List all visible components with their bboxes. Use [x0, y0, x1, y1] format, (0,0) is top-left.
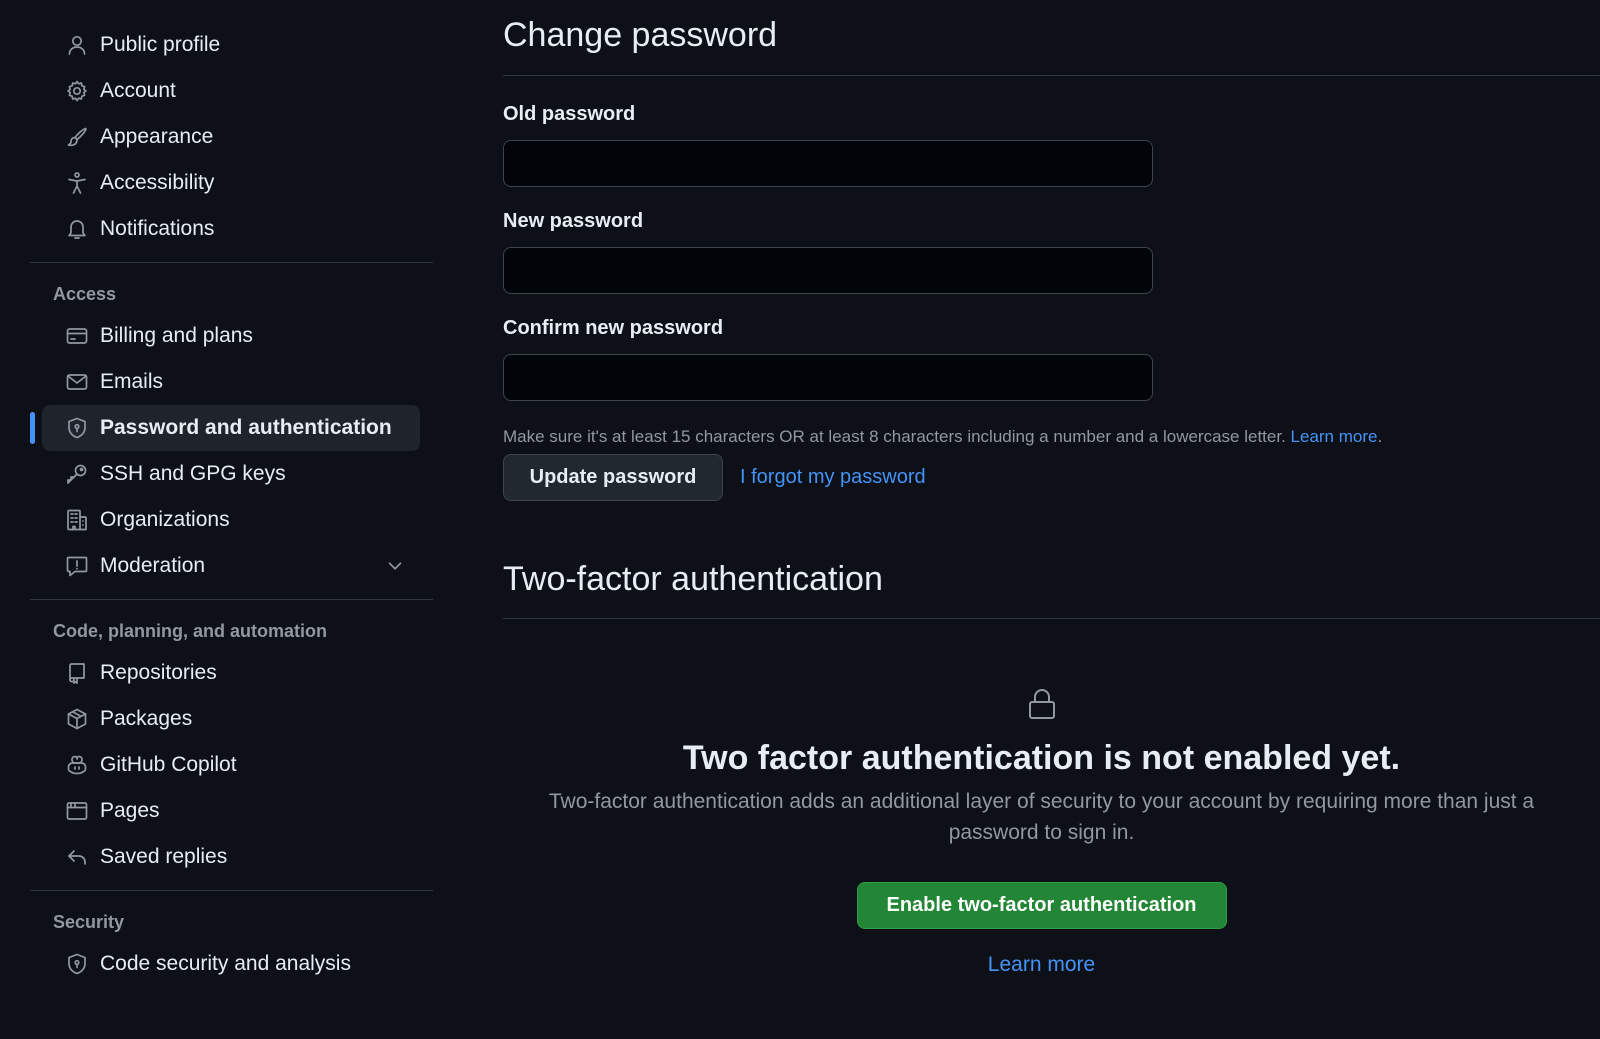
enable-two-factor-button[interactable]: Enable two-factor authentication — [856, 882, 1227, 929]
credit-card-icon — [65, 324, 89, 348]
paintbrush-icon — [65, 125, 89, 149]
mail-icon — [65, 370, 89, 394]
sidebar-item-label: Packages — [100, 707, 193, 730]
sidebar-item-label: Repositories — [100, 661, 217, 684]
sidebar-item-packages[interactable]: Packages — [42, 696, 420, 742]
old-password-group: Old password — [503, 103, 1600, 210]
sidebar-item-organizations[interactable]: Organizations — [42, 497, 420, 543]
new-password-label: New password — [503, 210, 644, 232]
sidebar-heading-security: Security — [53, 912, 125, 932]
two-factor-header: Two-factor authentication — [503, 560, 1600, 619]
sidebar-item-label: Notifications — [100, 217, 215, 240]
password-hint-period: . — [1377, 427, 1383, 446]
confirm-password-label: Confirm new password — [503, 317, 724, 339]
lock-icon — [503, 688, 1580, 722]
sidebar-item-emails[interactable]: Emails — [42, 359, 420, 405]
change-password-header: Change password — [503, 16, 1600, 76]
new-password-input[interactable] — [503, 247, 1153, 294]
shield-lock-icon — [65, 952, 89, 976]
enable-two-factor-wrap: Enable two-factor authentication — [503, 882, 1580, 929]
sidebar-item-label: Account — [100, 79, 176, 102]
update-password-button[interactable]: Update password — [503, 454, 723, 501]
forgot-password-link[interactable]: I forgot my password — [740, 466, 926, 489]
package-icon — [65, 707, 89, 731]
sidebar-item-label: Emails — [100, 370, 164, 393]
password-actions: Update password I forgot my password — [503, 454, 1600, 501]
sidebar-item-password-and-authentication[interactable]: Password and authentication — [30, 405, 420, 451]
confirm-password-group: Confirm new password — [503, 317, 1600, 424]
old-password-label: Old password — [503, 103, 636, 125]
sidebar-heading-access: Access — [53, 284, 117, 304]
sidebar-item-moderation[interactable]: Moderation — [42, 543, 420, 589]
person-icon — [65, 33, 89, 57]
browser-icon — [65, 799, 89, 823]
bell-icon — [65, 217, 89, 241]
organization-icon — [65, 508, 89, 532]
two-factor-learn-more-wrap: Learn more — [503, 953, 1580, 977]
sidebar-divider — [30, 262, 433, 263]
sidebar-heading-code-planning: Code, planning, and automation — [53, 621, 327, 641]
sidebar-item-code-security[interactable]: Code security and analysis — [42, 941, 420, 987]
sidebar-item-label: Organizations — [100, 508, 230, 531]
sidebar-item-label: Appearance — [100, 125, 214, 148]
sidebar-item-label: Public profile — [100, 33, 221, 56]
password-hint: Make sure it's at least 15 characters OR… — [503, 427, 1600, 447]
accessibility-icon — [65, 171, 89, 195]
sidebar-item-label: Password and authentication — [100, 416, 392, 439]
sidebar-item-billing[interactable]: Billing and plans — [42, 313, 420, 359]
sidebar-item-saved-replies[interactable]: Saved replies — [42, 834, 420, 880]
two-factor-title: Two-factor authentication — [503, 560, 883, 598]
sidebar-divider — [30, 599, 433, 600]
two-factor-blankslate: Two factor authentication is not enabled… — [503, 688, 1580, 977]
old-password-input[interactable] — [503, 140, 1153, 187]
confirm-password-input[interactable] — [503, 354, 1153, 401]
shield-lock-icon — [65, 416, 89, 440]
two-factor-blankslate-description: Two-factor authentication adds an additi… — [548, 790, 1535, 844]
new-password-group: New password — [503, 210, 1600, 317]
sidebar-item-label: Billing and plans — [100, 324, 253, 347]
sidebar-item-account[interactable]: Account — [42, 68, 420, 114]
change-password-title: Change password — [503, 16, 778, 54]
sidebar-item-appearance[interactable]: Appearance — [42, 114, 420, 160]
chevron-down-icon[interactable] — [384, 555, 406, 577]
reply-icon — [65, 845, 89, 869]
sidebar-item-label: GitHub Copilot — [100, 753, 237, 776]
two-factor-learn-more-link[interactable]: Learn more — [988, 953, 1095, 976]
sidebar-item-label: Accessibility — [100, 171, 215, 194]
sidebar-item-public-profile[interactable]: Public profile — [42, 22, 420, 68]
sidebar-item-notifications[interactable]: Notifications — [42, 206, 420, 252]
change-password-form: Old password New password Confirm new pa… — [503, 103, 1600, 501]
sidebar-item-label: SSH and GPG keys — [100, 462, 286, 485]
sidebar-item-repositories[interactable]: Repositories — [42, 650, 420, 696]
sidebar-item-label: Pages — [100, 799, 160, 822]
key-icon — [65, 462, 89, 486]
copilot-icon — [65, 753, 89, 777]
password-hint-text: Make sure it's at least 15 characters OR… — [503, 427, 1286, 446]
sidebar-divider — [30, 890, 433, 891]
two-factor-blankslate-title: Two factor authentication is not enabled… — [682, 739, 1401, 777]
sidebar-item-label: Saved replies — [100, 845, 228, 868]
report-icon — [65, 554, 89, 578]
sidebar-item-github-copilot[interactable]: GitHub Copilot — [42, 742, 420, 788]
sidebar-item-accessibility[interactable]: Accessibility — [42, 160, 420, 206]
settings-page: Public profile Account Appearance Access… — [0, 0, 1600, 1039]
sidebar-item-ssh-gpg-keys[interactable]: SSH and GPG keys — [42, 451, 420, 497]
repo-icon — [65, 661, 89, 685]
gear-icon — [65, 79, 89, 103]
password-hint-learn-more-link[interactable]: Learn more — [1291, 427, 1378, 446]
sidebar-item-label: Moderation — [100, 554, 206, 577]
settings-sidebar: Public profile Account Appearance Access… — [30, 22, 433, 987]
sidebar-item-label: Code security and analysis — [100, 952, 351, 975]
sidebar-item-pages[interactable]: Pages — [42, 788, 420, 834]
